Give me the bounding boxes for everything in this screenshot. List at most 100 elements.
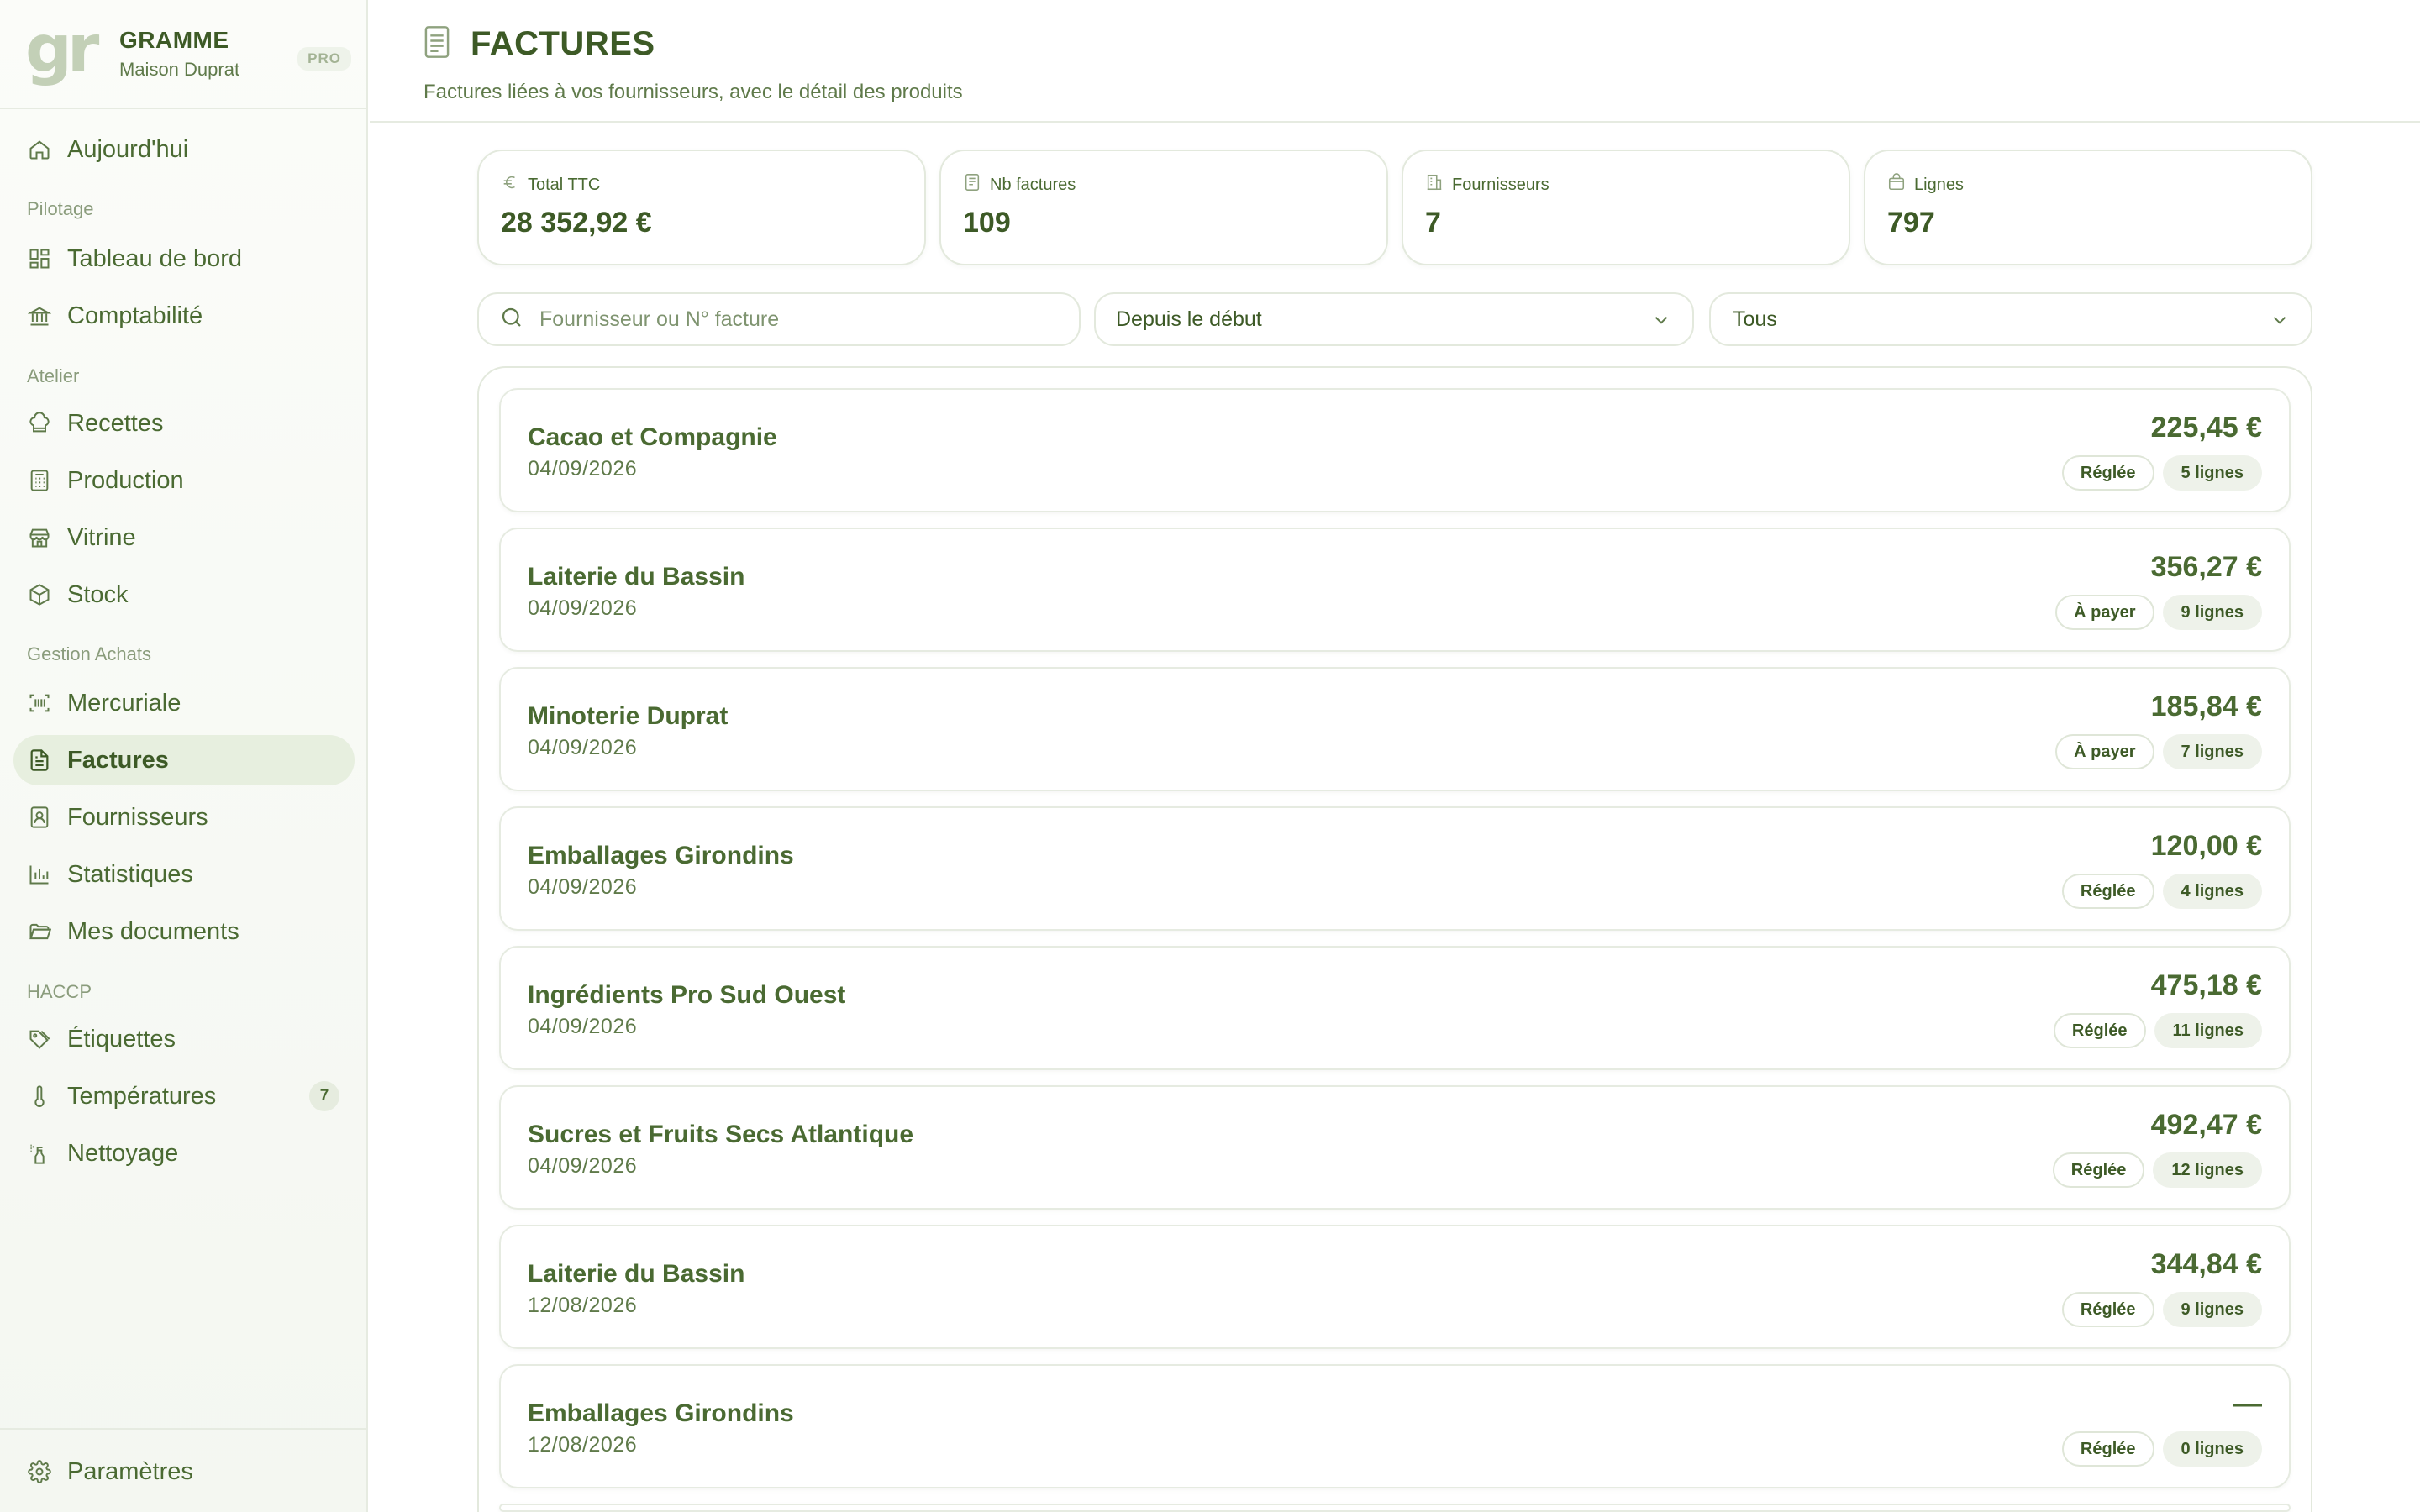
- chevron-down-icon: [2269, 309, 2291, 331]
- invoice-row[interactable]: Emballages Girondins 04/09/2026 120,00 €…: [499, 806, 2291, 931]
- sidebar-item-invoices[interactable]: Factures: [13, 735, 355, 785]
- period-select[interactable]: Depuis le début: [1094, 292, 1694, 346]
- invoice-amount: 185,84 €: [2150, 690, 2262, 722]
- euro-icon: [501, 173, 528, 197]
- sidebar-item-stats[interactable]: Statistiques: [13, 849, 355, 900]
- section-pilotage: Pilotage: [27, 198, 94, 219]
- invoice-amount: 225,45 €: [2150, 412, 2262, 444]
- sidebar-item-recipes[interactable]: Recettes: [13, 398, 355, 449]
- status-select-value: Tous: [1733, 307, 1777, 331]
- invoice-row[interactable]: Sucres et Fruits Secs Atlantique 04/09/2…: [499, 1085, 2291, 1210]
- invoice-supplier: Laiterie du Bassin: [528, 563, 745, 591]
- invoice-supplier: Sucres et Fruits Secs Atlantique: [528, 1121, 914, 1148]
- sidebar-item-label: Aujourd'hui: [67, 135, 189, 163]
- building-icon: [1425, 173, 1452, 197]
- status-badge: Réglée: [2052, 1152, 2145, 1188]
- invoice-amount: —: [2233, 1388, 2262, 1420]
- sidebar-footer: Paramètres: [0, 1428, 366, 1512]
- lines-badge: 0 lignes: [2162, 1431, 2262, 1467]
- folder-open-icon: [27, 919, 52, 944]
- plan-badge: PRO: [297, 47, 351, 71]
- stat-value: 28 352,92 €: [501, 207, 652, 239]
- lines-badge: 5 lignes: [2162, 455, 2262, 491]
- invoice-row[interactable]: Ingrédients Pro Sud Ouest 04/09/2026 475…: [499, 946, 2291, 1070]
- stat-value: 109: [963, 207, 1011, 239]
- brand-name: GRAMME: [119, 27, 229, 53]
- chevron-down-icon: [1650, 309, 1672, 331]
- invoice-amount: 356,27 €: [2150, 551, 2262, 583]
- sidebar-item-label: Recettes: [67, 409, 164, 437]
- invoice-date: 04/09/2026: [528, 875, 638, 899]
- status-badge: Réglée: [2061, 1292, 2154, 1327]
- invoice-supplier: Emballages Girondins: [528, 1399, 794, 1427]
- sidebar-item-label: Paramètres: [67, 1457, 193, 1485]
- sidebar-item-label: Tableau de bord: [67, 244, 242, 272]
- stat-label: Nb factures: [990, 175, 1076, 194]
- invoice-row[interactable]: Laiterie du Bassin 12/08/2026 344,84 € R…: [499, 1225, 2291, 1349]
- invoice-date: 12/08/2026: [528, 1433, 638, 1457]
- sidebar-item-today[interactable]: Aujourd'hui: [13, 124, 355, 175]
- search-icon: [499, 305, 524, 334]
- sidebar-item-production[interactable]: Production: [13, 455, 355, 506]
- page-title: FACTURES: [471, 25, 655, 62]
- status-badge: À payer: [2055, 734, 2154, 769]
- gear-icon: [27, 1459, 52, 1484]
- brand-subtitle: Maison Duprat: [119, 59, 240, 80]
- spray-bottle-icon: [27, 1141, 52, 1166]
- invoice-row[interactable]: Cacao et Compagnie 04/09/2026 225,45 € R…: [499, 388, 2291, 512]
- stat-label: Total TTC: [528, 175, 601, 194]
- stat-value: 7: [1425, 207, 1441, 239]
- sidebar-item-stock[interactable]: Stock: [13, 570, 355, 620]
- invoice-supplier: Emballages Girondins: [528, 842, 794, 869]
- invoice-row-partial: [499, 1504, 2291, 1512]
- sidebar-item-label: Comptabilité: [67, 302, 203, 329]
- sidebar-item-accounting[interactable]: Comptabilité: [13, 291, 355, 341]
- invoice-date: 04/09/2026: [528, 1015, 638, 1038]
- sidebar-item-label: Mercuriale: [67, 689, 182, 717]
- sidebar-item-showcase[interactable]: Vitrine: [13, 512, 355, 563]
- stat-value: 797: [1887, 207, 1935, 239]
- sidebar-item-settings[interactable]: Paramètres: [13, 1446, 355, 1497]
- receipt-icon: [963, 173, 990, 197]
- sidebar-item-suppliers[interactable]: Fournisseurs: [13, 792, 355, 843]
- stat-card-suppliers: Fournisseurs 7: [1402, 150, 1850, 265]
- calculator-icon: [27, 468, 52, 493]
- section-atelier: Atelier: [27, 365, 80, 386]
- brand-header[interactable]: gr GRAMME Maison Duprat PRO: [0, 0, 366, 109]
- page-subtitle: Factures liées à vos fournisseurs, avec …: [424, 81, 963, 103]
- invoice-amount: 120,00 €: [2150, 830, 2262, 862]
- stat-card-lines: Lignes 797: [1864, 150, 2312, 265]
- stat-label: Fournisseurs: [1452, 175, 1549, 194]
- sidebar-item-label: Stock: [67, 580, 129, 608]
- status-select[interactable]: Tous: [1709, 292, 2312, 346]
- section-achats: Gestion Achats: [27, 643, 151, 664]
- search-input[interactable]: Fournisseur ou N° facture: [477, 292, 1081, 346]
- lines-badge: 11 lignes: [2154, 1013, 2262, 1048]
- sidebar-item-documents[interactable]: Mes documents: [13, 906, 355, 957]
- invoice-supplier: Minoterie Duprat: [528, 702, 729, 730]
- invoice-amount: 475,18 €: [2150, 969, 2262, 1001]
- sidebar-item-labels[interactable]: Étiquettes: [13, 1014, 355, 1064]
- sidebar-item-dashboard[interactable]: Tableau de bord: [13, 234, 355, 284]
- sidebar-item-label: Production: [67, 466, 184, 494]
- invoice-supplier: Laiterie du Bassin: [528, 1260, 745, 1288]
- sidebar-item-label: Vitrine: [67, 523, 136, 551]
- status-badge: À payer: [2055, 595, 2154, 630]
- section-haccp: HACCP: [27, 981, 92, 1002]
- package-icon: [27, 582, 52, 607]
- invoice-row[interactable]: Laiterie du Bassin 04/09/2026 356,27 € À…: [499, 528, 2291, 652]
- sidebar-item-mercuriale[interactable]: Mercuriale: [13, 678, 355, 728]
- sidebar-item-temperatures[interactable]: Températures 7: [13, 1071, 355, 1121]
- stat-card-count: Nb factures 109: [939, 150, 1388, 265]
- home-icon: [27, 137, 52, 162]
- sidebar-item-cleaning[interactable]: Nettoyage: [13, 1128, 355, 1179]
- invoice-row[interactable]: Minoterie Duprat 04/09/2026 185,84 € À p…: [499, 667, 2291, 791]
- invoice-row[interactable]: Emballages Girondins 12/08/2026 — Réglée…: [499, 1364, 2291, 1488]
- sidebar: gr GRAMME Maison Duprat PRO Aujourd'hui …: [0, 0, 368, 1512]
- barcode-scan-icon: [27, 690, 52, 716]
- lines-badge: 12 lignes: [2153, 1152, 2262, 1188]
- bar-chart-icon: [27, 862, 52, 887]
- page-header: FACTURES Factures liées à vos fournisseu…: [370, 0, 2420, 123]
- brand-logo: gr: [25, 12, 99, 87]
- status-badge: Réglée: [2061, 455, 2154, 491]
